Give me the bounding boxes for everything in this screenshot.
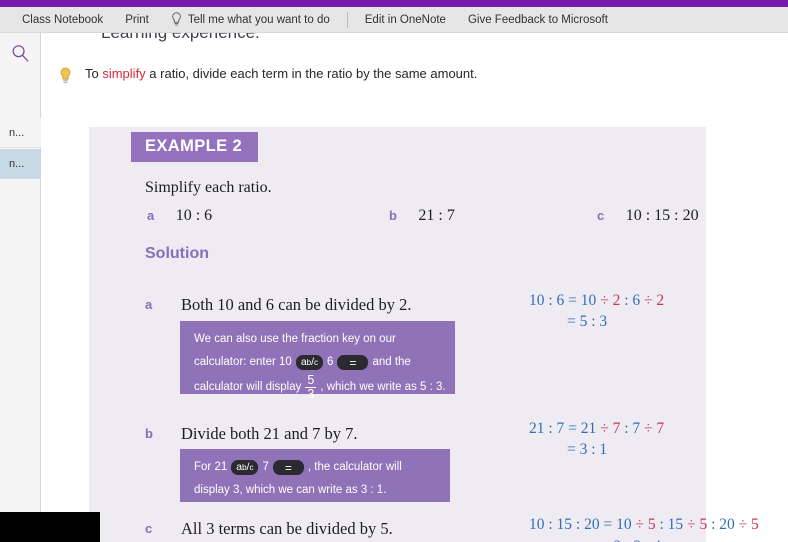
page-heading-clipped: Learning experience. xyxy=(101,33,260,43)
callout-line: calculator: enter 10 a b / c 6 = and the xyxy=(194,351,441,374)
example-instruction: Simplify each ratio. xyxy=(145,179,272,196)
example-block: EXAMPLE 2 Simplify each ratio. a 10 : 6 … xyxy=(89,127,759,542)
question-value: 10 : 15 : 20 xyxy=(625,207,699,224)
command-ribbon: Class Notebook Print Tell me what you wa… xyxy=(0,7,788,33)
callout-text: 6 xyxy=(327,356,334,368)
callout-text: and the xyxy=(372,356,411,368)
key-char-c: c xyxy=(314,357,319,367)
search-button[interactable] xyxy=(0,33,41,73)
key-char-b: b xyxy=(306,357,312,367)
callout-text: 7 xyxy=(262,461,269,473)
fraction-numerator: 5 xyxy=(305,373,317,389)
key-char-b: b xyxy=(242,462,247,472)
equation-c-line1: 10 : 15 : 20 = 10 ÷ 5 : 15 ÷ 5 : 20 ÷ 5 xyxy=(529,516,759,533)
question-value: 10 : 6 xyxy=(175,207,213,224)
question-b: b 21 : 7 xyxy=(389,207,455,229)
callout-line: For 21 a b / c 7 = , the calculator will xyxy=(194,456,436,479)
ribbon-label: Edit in OneNote xyxy=(364,13,446,26)
tip-text-before: To xyxy=(85,66,103,81)
key-char-c: c xyxy=(249,462,254,472)
equation-a-line1: 10 : 6 = 10 ÷ 2 : 6 ÷ 2 xyxy=(529,292,665,309)
sidebar-item-0[interactable]: n... xyxy=(0,118,41,148)
sidebar-item-1[interactable]: n... xyxy=(0,149,41,179)
question-letter: c xyxy=(597,208,605,223)
callout-text: calculator: enter 10 xyxy=(194,356,292,368)
ribbon-label: Give Feedback to Microsoft xyxy=(467,13,608,26)
sidebar-item-label: n... xyxy=(9,126,25,139)
question-c: c 10 : 15 : 20 xyxy=(597,207,699,229)
callout-text: calculator will display xyxy=(194,381,302,394)
calculator-callout-b: For 21 a b / c 7 = , the calculator will di… xyxy=(180,449,450,502)
question-value: 21 : 7 xyxy=(418,207,455,224)
navigation-rail: n... n... xyxy=(0,33,41,542)
equals-key: = xyxy=(272,460,304,475)
callout-line: display 3, which we can write as 3 : 1. xyxy=(194,479,436,502)
ribbon-divider xyxy=(346,11,348,28)
tip-text: To simplify a ratio, divide each term in… xyxy=(85,66,477,81)
fraction-key: a b / c xyxy=(231,460,259,475)
ribbon-item-tell-me[interactable]: Tell me what you want to do xyxy=(160,7,341,33)
callout-line: calculator will display 5 3 , which we w… xyxy=(194,373,446,402)
sidebar-item-label: n... xyxy=(9,158,25,170)
callout-text: , which we write as 5 : 3. xyxy=(320,381,446,394)
equation-b-line2: = 3 : 1 xyxy=(567,441,608,458)
fraction-five-thirds: 5 3 xyxy=(305,373,317,402)
ribbon-item-class-notebook[interactable]: Class Notebook xyxy=(0,7,114,33)
lightbulb-icon xyxy=(60,67,71,84)
example-banner: EXAMPLE 2 xyxy=(131,132,259,162)
equation-b-line1: 21 : 7 = 21 ÷ 7 : 7 ÷ 7 xyxy=(529,420,665,437)
step-letter: a xyxy=(145,297,153,312)
step-text: Both 10 and 6 can be divided by 2. xyxy=(181,295,412,314)
step-text: All 3 terms can be divided by 5. xyxy=(181,519,393,538)
callout-text: , the calculator will xyxy=(307,461,402,473)
page-canvas[interactable]: Learning experience. To simplify a ratio… xyxy=(41,33,788,542)
search-icon xyxy=(12,44,29,62)
question-letter: a xyxy=(147,208,155,223)
callout-text: We can also use the fraction key on our xyxy=(194,333,396,345)
step-letter: b xyxy=(145,426,153,441)
equation-c-line2: = 2 : 3 : 4 xyxy=(601,538,661,542)
ribbon-label: Print xyxy=(125,13,149,26)
step-letter: c xyxy=(145,521,153,536)
equals-key: = xyxy=(337,355,369,370)
step-text: Divide both 21 and 7 by 7. xyxy=(181,424,358,443)
calculator-callout-a: We can also use the fraction key on our … xyxy=(180,321,455,401)
question-letter: b xyxy=(389,208,397,223)
ribbon-item-give-feedback[interactable]: Give Feedback to Microsoft xyxy=(457,7,619,33)
bottom-left-overlay xyxy=(0,512,100,542)
example-banner-label: EXAMPLE 2 xyxy=(145,137,243,155)
tip-text-after: a ratio, divide each term in the ratio b… xyxy=(145,66,478,81)
fraction-denominator: 3 xyxy=(307,387,315,402)
callout-line: We can also use the fraction key on our xyxy=(194,328,441,351)
equation-a-line2: = 5 : 3 xyxy=(567,313,608,330)
tip-callout: To simplify a ratio, divide each term in… xyxy=(59,66,477,85)
ribbon-item-print[interactable]: Print xyxy=(114,7,160,33)
solution-heading: Solution xyxy=(145,245,209,262)
tip-text-highlight: simplify xyxy=(102,66,146,81)
app-window: Class Notebook Print Tell me what you wa… xyxy=(0,0,788,542)
fraction-key: a b / c xyxy=(295,355,324,370)
ribbon-label: Tell me what you want to do xyxy=(187,13,330,26)
callout-text: display 3, which we can write as 3 : 1. xyxy=(194,484,387,496)
callout-text: For 21 xyxy=(194,461,228,473)
question-a: a 10 : 6 xyxy=(147,207,212,229)
ribbon-item-edit-in-onenote[interactable]: Edit in OneNote xyxy=(354,7,457,33)
ribbon-label: Class Notebook xyxy=(22,13,104,26)
lightbulb-icon xyxy=(171,12,181,26)
